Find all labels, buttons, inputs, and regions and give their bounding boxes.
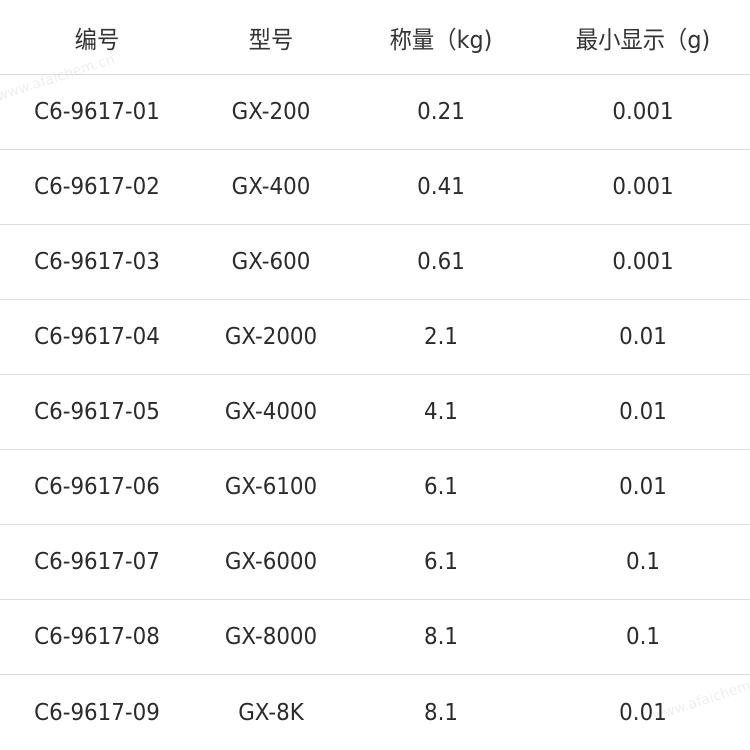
cell-serial-number: C6-9617-07	[34, 549, 160, 575]
cell-model: GX-8K	[238, 699, 304, 726]
cell-serial-number: C6-9617-02	[34, 174, 160, 200]
table-header-row: 编号 型号 称量（kg) 最小显示（g)	[0, 0, 750, 75]
table-row: C6-9617-06 GX-6100 6.1 0.01	[0, 450, 750, 525]
cell-capacity: 8.1	[423, 699, 459, 726]
cell-capacity: 0.21	[417, 99, 465, 125]
cell-model: GX-600	[231, 249, 311, 275]
header-capacity: 称量（kg)	[389, 25, 493, 54]
table-row: C6-9617-02 GX-400 0.41 0.001	[0, 150, 750, 225]
cell-model: GX-400	[231, 174, 311, 200]
table-row: C6-9617-07 GX-6000 6.1 0.1	[0, 525, 750, 600]
cell-min-display: 0.01	[619, 699, 667, 726]
cell-capacity: 2.1	[423, 324, 459, 350]
cell-serial-number: C6-9617-03	[34, 249, 160, 275]
cell-min-display: 0.001	[612, 174, 674, 200]
header-serial-number: 编号	[74, 25, 120, 54]
cell-min-display: 0.01	[619, 324, 667, 350]
cell-model: GX-4000	[224, 399, 318, 425]
cell-serial-number: C6-9617-05	[34, 399, 160, 425]
cell-capacity: 0.41	[417, 174, 465, 200]
cell-model: GX-8000	[224, 624, 318, 650]
table-row: C6-9617-01 GX-200 0.21 0.001	[0, 75, 750, 150]
cell-min-display: 0.001	[612, 99, 674, 125]
cell-capacity: 0.61	[417, 249, 465, 275]
cell-serial-number: C6-9617-09	[34, 699, 160, 726]
cell-min-display: 0.001	[612, 249, 674, 275]
header-model: 型号	[248, 25, 294, 54]
table-row: C6-9617-09 GX-8K 8.1 0.01	[0, 675, 750, 750]
table-row: C6-9617-04 GX-2000 2.1 0.01	[0, 300, 750, 375]
cell-model: GX-2000	[224, 324, 318, 350]
cell-min-display: 0.1	[625, 624, 661, 650]
table-row: C6-9617-08 GX-8000 8.1 0.1	[0, 600, 750, 675]
header-min-display: 最小显示（g)	[575, 25, 711, 54]
cell-min-display: 0.01	[619, 474, 667, 500]
table-row: C6-9617-03 GX-600 0.61 0.001	[0, 225, 750, 300]
cell-serial-number: C6-9617-01	[34, 99, 160, 125]
table-row: C6-9617-05 GX-4000 4.1 0.01	[0, 375, 750, 450]
cell-serial-number: C6-9617-06	[34, 474, 160, 500]
cell-model: GX-6000	[224, 549, 318, 575]
cell-serial-number: C6-9617-08	[34, 624, 160, 650]
cell-capacity: 6.1	[423, 549, 459, 575]
cell-serial-number: C6-9617-04	[34, 324, 160, 350]
cell-model: GX-200	[231, 99, 311, 125]
cell-capacity: 4.1	[423, 399, 459, 425]
cell-min-display: 0.01	[619, 399, 667, 425]
cell-model: GX-6100	[224, 474, 318, 500]
cell-min-display: 0.1	[625, 549, 661, 575]
spec-table: 编号 型号 称量（kg) 最小显示（g) C6-9617-01 GX-200 0…	[0, 0, 750, 750]
cell-capacity: 6.1	[423, 474, 459, 500]
cell-capacity: 8.1	[423, 624, 459, 650]
